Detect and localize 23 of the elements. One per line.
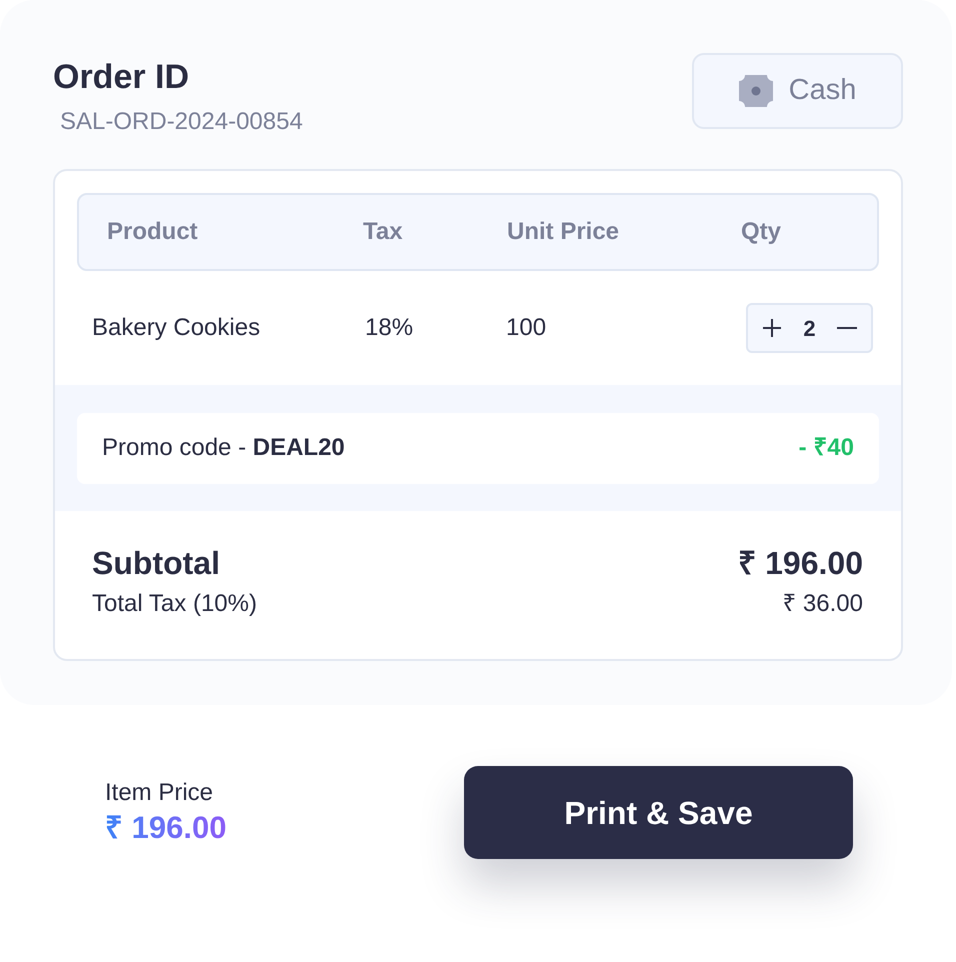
print-save-button[interactable]: Print & Save — [464, 766, 853, 859]
plus-icon — [762, 318, 782, 338]
banknote-icon — [738, 75, 773, 107]
minus-icon — [837, 327, 857, 329]
product-cell-text: Bakery Cookies — [92, 313, 260, 343]
column-header: Qty — [741, 217, 782, 247]
subtotal-label: Subtotal — [92, 544, 220, 583]
discount-amount: - ₹40 — [798, 433, 854, 463]
quantity-value: 2 — [803, 314, 816, 342]
promo-code-text: Promo code - DEAL20 — [102, 433, 345, 463]
unit-price-cell-text: 100 — [506, 313, 546, 343]
order-id: SAL-ORD-2024-00854 — [60, 107, 303, 137]
order-title: Order ID — [53, 57, 190, 97]
subtotal-value: ₹ 196.00 — [738, 544, 863, 583]
column-header: Tax — [363, 217, 403, 247]
tax-cell-text: 18% — [365, 313, 414, 343]
payment-method-button[interactable]: Cash — [692, 53, 903, 129]
item-price-label: Item Price — [105, 778, 214, 808]
column-header: Unit Price — [507, 217, 620, 247]
increase-button[interactable] — [760, 316, 784, 340]
total-tax-label: Total Tax (10%) — [92, 589, 257, 619]
total-tax-value: ₹ 36.00 — [782, 589, 863, 619]
column-header: Product — [107, 217, 198, 247]
